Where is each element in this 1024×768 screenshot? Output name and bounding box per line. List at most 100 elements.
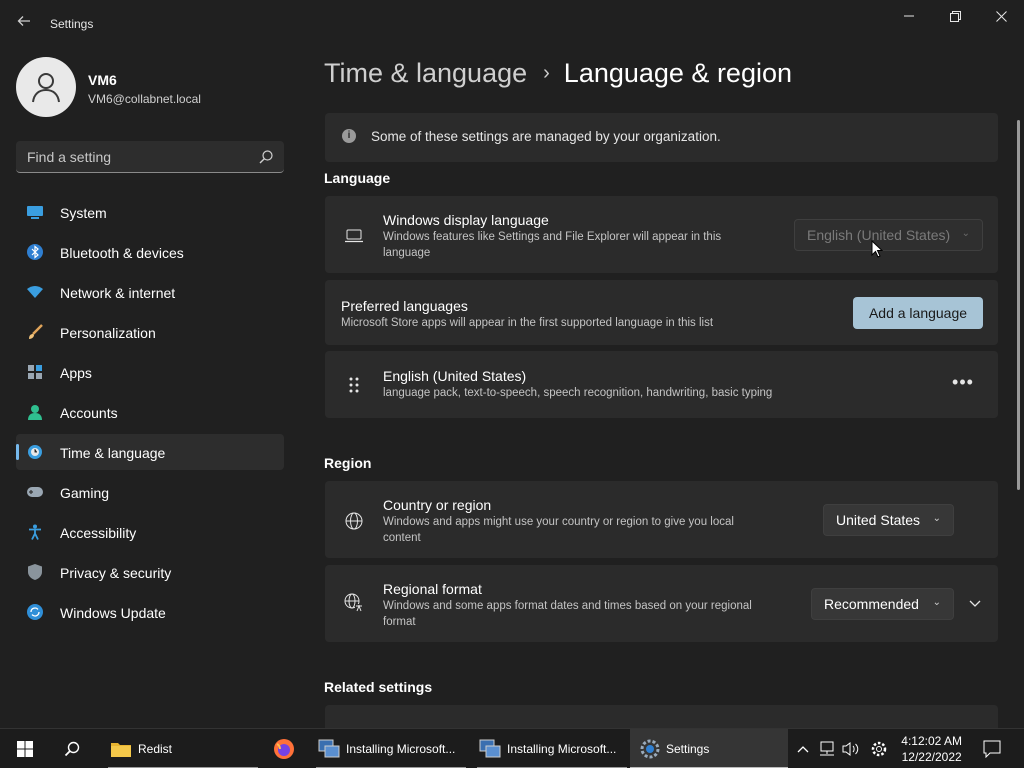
regional-format-card: Regional format Windows and some apps fo… <box>325 565 998 642</box>
system-icon <box>26 204 44 220</box>
installed-language-item: English (United States) language pack, t… <box>325 351 998 418</box>
installer-icon <box>318 739 340 758</box>
gamepad-icon <box>26 484 44 500</box>
page-title: Language & region <box>563 58 792 88</box>
regional-format-icon <box>343 593 365 613</box>
preferred-languages-title: Preferred languages <box>341 298 468 314</box>
profile-name: VM6 <box>88 72 117 88</box>
app-title: Settings <box>50 17 94 31</box>
sidebar-item-accessibility[interactable]: Accessibility <box>16 514 284 550</box>
breadcrumb-parent[interactable]: Time & language <box>324 58 527 88</box>
clock[interactable]: 4:12:02 AM 12/22/2022 <box>901 733 962 765</box>
close-icon <box>995 10 1007 22</box>
notifications-button[interactable] <box>980 729 1004 768</box>
sidebar-item-label: Bluetooth & devices <box>60 245 184 261</box>
clock-time: 4:12:02 AM <box>901 734 962 748</box>
sidebar-item-label: Personalization <box>60 325 156 341</box>
info-icon: i <box>342 129 356 143</box>
installed-language-description: language pack, text-to-speech, speech re… <box>383 387 773 399</box>
regional-format-title: Regional format <box>383 581 482 597</box>
volume-icon <box>842 742 859 756</box>
taskbar-item-label: Installing Microsoft... <box>346 742 456 756</box>
taskbar-item-settings[interactable]: Settings <box>630 729 788 768</box>
more-options-icon[interactable]: ••• <box>949 371 977 399</box>
tray-overflow-button[interactable] <box>794 729 812 768</box>
sidebar-item-personalization[interactable]: Personalization <box>16 314 284 350</box>
display-language-dropdown[interactable]: English (United States) ⌄ <box>794 219 983 251</box>
taskbar: Redist Installing Microsoft... Installin… <box>0 728 1024 768</box>
sidebar-item-label: System <box>60 205 107 221</box>
search-input[interactable]: Find a setting <box>16 141 284 173</box>
sidebar-item-gaming[interactable]: Gaming <box>16 474 284 510</box>
tray-volume-button[interactable] <box>841 729 861 768</box>
apps-icon <box>26 364 44 380</box>
shield-icon <box>26 564 44 580</box>
drag-handle-icon[interactable] <box>343 375 365 395</box>
chevron-down-icon: ⌄ <box>961 228 970 239</box>
expand-chevron-icon[interactable] <box>963 592 987 616</box>
section-title-region: Region <box>324 455 372 471</box>
settings-gear-icon <box>640 739 660 759</box>
sidebar-nav: System Bluetooth & devices Network & int… <box>16 194 284 634</box>
preferred-languages-card: Preferred languages Microsoft Store apps… <box>325 280 998 345</box>
minimize-button[interactable] <box>886 0 932 32</box>
network-icon <box>26 284 44 300</box>
info-text: Some of these settings are managed by yo… <box>371 129 721 144</box>
sidebar-item-label: Accessibility <box>60 525 137 541</box>
taskbar-search-button[interactable] <box>56 729 88 768</box>
installed-language-title: English (United States) <box>383 368 527 384</box>
sidebar-item-accounts[interactable]: Accounts <box>16 394 284 430</box>
taskbar-item-label: Installing Microsoft... <box>507 742 617 756</box>
section-title-language: Language <box>324 170 391 186</box>
sidebar-item-bluetooth[interactable]: Bluetooth & devices <box>16 234 284 270</box>
back-button[interactable] <box>10 12 38 36</box>
user-profile[interactable]: VM6 VM6@collabnet.local <box>16 56 286 118</box>
update-icon <box>26 604 44 620</box>
mouse-cursor-icon <box>871 240 883 258</box>
restore-icon <box>949 10 961 22</box>
windows-logo-icon <box>17 741 33 757</box>
section-title-related: Related settings <box>324 679 433 695</box>
country-region-dropdown[interactable]: United States ⌄ <box>823 504 954 536</box>
sidebar-item-system[interactable]: System <box>16 194 284 230</box>
sidebar-item-windows-update[interactable]: Windows Update <box>16 594 284 630</box>
sidebar-item-label: Network & internet <box>60 285 176 301</box>
sidebar-item-label: Accounts <box>60 405 118 421</box>
regional-format-description: Windows and some apps format dates and t… <box>383 600 752 628</box>
profile-email: VM6@collabnet.local <box>88 92 201 106</box>
taskbar-item-redist[interactable]: Redist <box>104 729 258 768</box>
country-region-title: Country or region <box>383 497 492 513</box>
taskbar-item-installer-1[interactable]: Installing Microsoft... <box>312 729 466 768</box>
display-language-description: Windows features like Settings and File … <box>383 231 722 259</box>
title-bar: Settings <box>0 0 1024 48</box>
preferred-languages-description: Microsoft Store apps will appear in the … <box>341 317 714 329</box>
regional-format-dropdown[interactable]: Recommended ⌄ <box>811 588 954 620</box>
display-language-card: Windows display language Windows feature… <box>325 196 998 273</box>
sidebar-item-apps[interactable]: Apps <box>16 354 284 390</box>
taskbar-item-installer-2[interactable]: Installing Microsoft... <box>473 729 627 768</box>
add-language-button[interactable]: Add a language <box>853 297 983 329</box>
taskbar-item-label: Redist <box>138 742 173 756</box>
bluetooth-icon <box>26 244 44 260</box>
search-icon <box>64 741 80 757</box>
network-wired-icon <box>820 741 834 756</box>
avatar <box>16 57 76 117</box>
close-button[interactable] <box>978 0 1024 32</box>
regional-format-value: Recommended <box>824 596 919 612</box>
taskbar-item-firefox[interactable] <box>268 729 300 768</box>
restore-button[interactable] <box>932 0 978 32</box>
accounts-icon <box>26 404 44 420</box>
sidebar-item-privacy[interactable]: Privacy & security <box>16 554 284 590</box>
scrollbar[interactable] <box>1017 120 1020 490</box>
gear-icon <box>871 741 887 757</box>
sidebar-item-network[interactable]: Network & internet <box>16 274 284 310</box>
breadcrumb-separator-icon: › <box>543 62 550 84</box>
accessibility-icon <box>26 524 44 540</box>
display-language-title: Windows display language <box>383 212 549 228</box>
sidebar-item-label: Time & language <box>60 445 166 461</box>
start-button[interactable] <box>8 729 42 768</box>
tray-settings-button[interactable] <box>868 729 890 768</box>
sidebar-item-time-language[interactable]: Time & language <box>16 434 284 470</box>
related-settings-card[interactable] <box>325 705 998 728</box>
tray-network-button[interactable] <box>817 729 837 768</box>
